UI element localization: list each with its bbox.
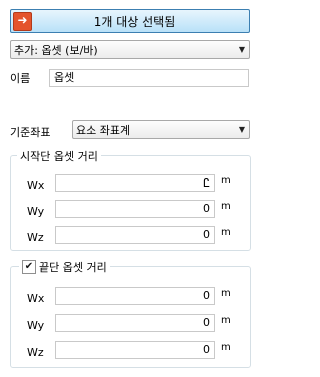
selection-button[interactable]: ➜ 1개 대상 선택됨 bbox=[10, 9, 250, 33]
reference-value: 요소 좌표계 bbox=[76, 123, 131, 137]
end-wy-unit: m bbox=[221, 315, 231, 326]
start-wx-field[interactable]: Ꮭ bbox=[55, 174, 215, 192]
arrow-into-box-icon: ➜ bbox=[13, 11, 32, 31]
end-wx-label: Wx bbox=[27, 292, 45, 305]
end-offset-checkbox[interactable]: ✔ bbox=[22, 260, 36, 274]
name-label: 이름 bbox=[10, 72, 31, 85]
start-offset-title: 시작단 옵셋 거리 bbox=[17, 148, 101, 164]
start-wx-unit: m bbox=[221, 175, 231, 186]
end-wx-field[interactable]: 0 bbox=[55, 287, 215, 305]
start-wz-unit: m bbox=[221, 227, 231, 238]
start-wy-field[interactable]: 0 bbox=[55, 200, 215, 218]
start-wy-unit: m bbox=[221, 201, 231, 212]
text-cursor-icon: Ꮭ bbox=[203, 176, 210, 190]
name-field[interactable]: 옵셋 bbox=[49, 69, 249, 87]
end-wy-label: Wy bbox=[27, 319, 45, 332]
start-wx-label: Wx bbox=[27, 179, 45, 192]
end-wz-field[interactable]: 0 bbox=[55, 341, 215, 359]
add-type-dropdown[interactable]: 추가: 옵셋 (보/바) ▼ bbox=[10, 40, 250, 59]
reference-label: 기준좌표 bbox=[10, 126, 51, 139]
start-wy-label: Wy bbox=[27, 205, 45, 218]
reference-dropdown[interactable]: 요소 좌표계 ▼ bbox=[72, 120, 250, 139]
chevron-down-icon: ▼ bbox=[238, 45, 246, 54]
start-wz-label: Wz bbox=[27, 231, 44, 244]
end-wz-unit: m bbox=[221, 342, 231, 353]
start-offset-title-text: 시작단 옵셋 거리 bbox=[20, 150, 98, 163]
end-wz-label: Wz bbox=[27, 346, 44, 359]
end-wy-field[interactable]: 0 bbox=[55, 314, 215, 332]
end-offset-title[interactable]: ✔ 끝단 옵셋 거리 bbox=[19, 259, 110, 275]
selection-label: 1개 대상 선택됨 bbox=[93, 14, 176, 29]
end-offset-title-text: 끝단 옵셋 거리 bbox=[39, 261, 107, 274]
end-wx-unit: m bbox=[221, 288, 231, 299]
add-type-value: 추가: 옵셋 (보/바) bbox=[14, 43, 98, 57]
chevron-down-icon: ▼ bbox=[238, 125, 246, 134]
start-wz-field[interactable]: 0 bbox=[55, 226, 215, 244]
